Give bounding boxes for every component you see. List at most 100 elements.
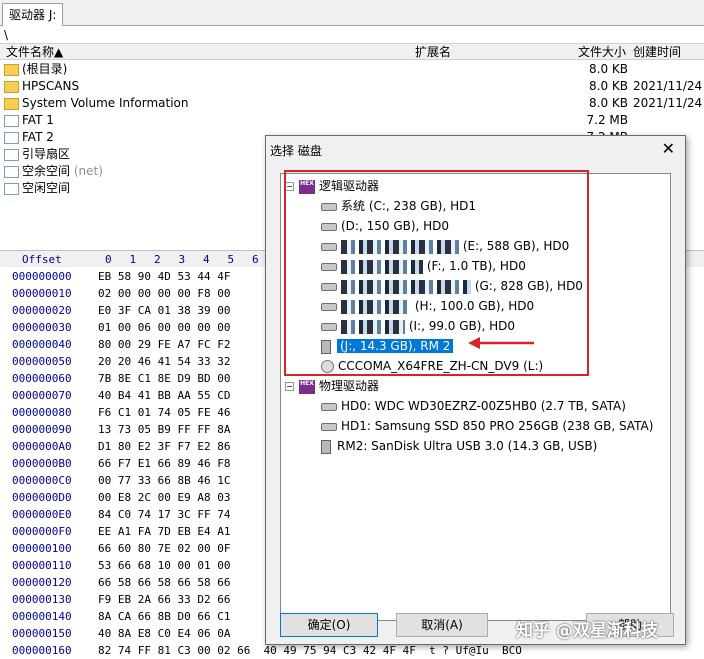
hex-bytes: EB 58 90 4D 53 44 4F (98, 270, 231, 283)
hex-offset: 000000060 (12, 372, 72, 385)
col-size-header[interactable]: 文件大小 (578, 44, 626, 60)
hex-bytes: 00 77 33 66 8B 46 1C (98, 474, 231, 487)
hex-offset: 000000000 (12, 270, 72, 283)
hex-bytes: 20 20 46 41 54 33 32 (98, 355, 231, 368)
hex-column-header: 3 (178, 253, 186, 266)
hex-offset: 000000090 (12, 423, 72, 436)
hex-column-header: 5 (227, 253, 235, 266)
file-row[interactable]: System Volume Information 8.0 KB 2021/11… (0, 95, 704, 112)
file-row[interactable]: HPSCANS 8.0 KB 2021/11/24 (0, 78, 704, 95)
hex-column-header: 4 (203, 253, 210, 266)
file-created: 2021/11/24 (633, 96, 703, 110)
dialog-title: 选择 磁盘 (270, 144, 322, 158)
collapse-icon[interactable]: − (285, 382, 294, 391)
hex-offset: 000000030 (12, 321, 72, 334)
red-arrow-icon (468, 337, 534, 349)
physical-drives-group[interactable]: − HEX 物理驱动器 (285, 376, 379, 396)
hex-bytes: EE A1 FA 7D EB E4 A1 (98, 525, 231, 538)
hex-offset: 000000160 (12, 644, 72, 657)
col-created-header[interactable]: 创建时间 (633, 44, 681, 60)
disk-icon (321, 402, 337, 411)
offset-header: Offset (22, 253, 62, 266)
hex-offset: 000000130 (12, 593, 72, 606)
folder-icon (4, 81, 19, 93)
hex-offset: 000000070 (12, 389, 72, 402)
hex-logo-icon: HEX (299, 379, 315, 394)
hex-bytes: D1 80 E2 3F F7 E2 86 (98, 440, 231, 453)
file-row[interactable]: FAT 1 7.2 MB (0, 112, 704, 129)
tab-bar: 驱动器 J: (0, 0, 704, 26)
hex-offset: 000000120 (12, 576, 72, 589)
hex-column-header: 2 (154, 253, 161, 266)
watermark: 知乎 @双星渐科技 (516, 621, 658, 641)
file-icon (4, 183, 19, 195)
physical-drive-item[interactable]: RM2: SanDisk Ultra USB 3.0 (14.3 GB, USB… (321, 436, 597, 456)
path-bar: \ (4, 28, 9, 42)
hex-offset: 000000050 (12, 355, 72, 368)
file-list-header: 文件名称▲ 扩展名 文件大小 创建时间 (0, 43, 704, 60)
file-icon (4, 132, 19, 144)
file-name: 空闲空间 (22, 181, 71, 195)
hex-column-header: 1 (129, 253, 137, 266)
file-row[interactable]: (根目录) 8.0 KB (0, 61, 704, 78)
usb-drive-icon (321, 439, 331, 454)
hex-offset: 0000000F0 (12, 525, 72, 538)
hex-bytes: 84 C0 74 17 3C FF 74 (98, 508, 231, 521)
hex-offset: 000000020 (12, 304, 72, 317)
tab-drive-j[interactable]: 驱动器 J: (2, 3, 64, 26)
hex-bytes: 13 73 05 B9 FF FF 8A (98, 423, 231, 436)
hex-offset: 0000000D0 (12, 491, 72, 504)
file-created: 2021/11/24 (633, 79, 703, 93)
file-name: FAT 2 (22, 130, 54, 144)
file-name: FAT 1 (22, 113, 54, 127)
hex-bytes: 00 E8 2C 00 E9 A8 03 (98, 491, 231, 504)
hex-bytes: 66 58 66 58 66 58 66 (98, 576, 231, 589)
folder-icon (4, 64, 19, 76)
cancel-button-label: 取消(A) (421, 618, 463, 632)
file-name: 空余空间 (net) (22, 164, 103, 178)
cancel-button[interactable]: 取消(A) (396, 613, 488, 637)
hex-column-header: 0 (105, 253, 112, 266)
hex-bytes: F6 C1 01 74 05 FE 46 (98, 406, 231, 419)
hex-bytes: 40 8A E8 C0 E4 06 0A (98, 627, 231, 640)
hex-bytes: 66 F7 E1 66 89 46 F8 (98, 457, 231, 470)
file-name: HPSCANS (22, 79, 80, 93)
col-ext-header[interactable]: 扩展名 (415, 44, 451, 60)
hex-bytes: 40 B4 41 BB AA 55 CD (98, 389, 231, 402)
physical-drive-item[interactable]: HD0: WDC WD30EZRZ-00Z5HB0 (2.7 TB, SATA) (321, 396, 626, 416)
hex-offset: 000000100 (12, 542, 72, 555)
hex-offset: 000000010 (12, 287, 72, 300)
file-size: 7.2 MB (586, 113, 628, 127)
close-icon[interactable]: ✕ (662, 139, 675, 158)
hex-bytes: 01 00 06 00 00 00 00 (98, 321, 231, 334)
hex-bytes: F9 EB 2A 66 33 D2 66 (98, 593, 231, 606)
file-icon (4, 149, 19, 161)
hex-offset: 0000000A0 (12, 440, 72, 453)
hex-offset: 000000140 (12, 610, 72, 623)
hex-offset: 000000040 (12, 338, 72, 351)
hex-offset: 0000000B0 (12, 457, 72, 470)
file-size: 8.0 KB (589, 96, 628, 110)
col-name-header[interactable]: 文件名称▲ (6, 44, 63, 60)
hex-bytes: 8A CA 66 8B D0 66 C1 (98, 610, 231, 623)
file-size: 8.0 KB (589, 79, 628, 93)
highlight-box (284, 170, 589, 376)
file-icon (4, 166, 19, 178)
folder-icon (4, 98, 19, 110)
file-icon (4, 115, 19, 127)
ok-button[interactable]: 确定(O) (280, 613, 378, 637)
ok-button-label: 确定(O) (307, 618, 351, 632)
file-size: 8.0 KB (589, 62, 628, 76)
hex-offset: 000000150 (12, 627, 72, 640)
hex-offset: 0000000C0 (12, 474, 72, 487)
file-name: 引导扇区 (22, 147, 71, 161)
physical-drive-item[interactable]: HD1: Samsung SSD 850 PRO 256GB (238 GB, … (321, 416, 653, 436)
hex-offset: 0000000E0 (12, 508, 72, 521)
hex-offset: 000000110 (12, 559, 72, 572)
hex-column-header: 6 (252, 253, 259, 266)
hex-bytes: 53 66 68 10 00 01 00 (98, 559, 231, 572)
hex-bytes: 80 00 29 FE A7 FC F2 (98, 338, 231, 351)
file-name: (根目录) (22, 62, 68, 76)
hex-offset: 000000080 (12, 406, 72, 419)
file-name: System Volume Information (22, 96, 189, 110)
